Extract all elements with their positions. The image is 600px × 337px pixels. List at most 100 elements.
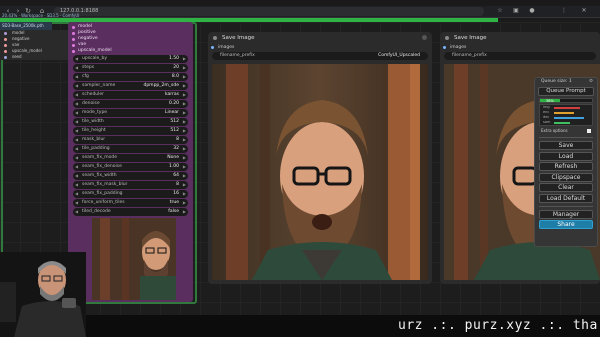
widget-value: 8 bbox=[176, 182, 179, 187]
tab-strip[interactable] bbox=[0, 0, 600, 6]
widget-tile-height[interactable]: ◀ tile_height 512 ▶ bbox=[73, 127, 188, 135]
output-image bbox=[212, 64, 428, 280]
widget-denoise[interactable]: ◀ denoise 0.20 ▶ bbox=[73, 100, 188, 108]
node-title[interactable]: Save Image bbox=[440, 32, 600, 44]
loader-node[interactable]: model negative vae upscale_model seed bbox=[0, 30, 68, 60]
increment-arrow-icon[interactable]: ▶ bbox=[183, 181, 186, 189]
widget-seam-fix-mode[interactable]: ◀ seam_fix_mode None ▶ bbox=[73, 154, 188, 162]
increment-arrow-icon[interactable]: ▶ bbox=[183, 100, 186, 108]
field-value: ComfyUI_Upscaled bbox=[378, 53, 420, 58]
increment-arrow-icon[interactable]: ▶ bbox=[183, 109, 186, 117]
extra-options-toggle[interactable]: Extra options bbox=[535, 127, 597, 134]
widget-upscale-by[interactable]: ◀ upscale_by 1.50 ▶ bbox=[73, 55, 188, 63]
increment-arrow-icon[interactable]: ▶ bbox=[183, 82, 186, 90]
decrement-arrow-icon[interactable]: ◀ bbox=[75, 100, 78, 108]
decrement-arrow-icon[interactable]: ◀ bbox=[75, 208, 78, 216]
widget-tile-padding[interactable]: ◀ tile_padding 32 ▶ bbox=[73, 145, 188, 153]
node-collapse-icon[interactable] bbox=[422, 35, 427, 40]
widget-value: 8 bbox=[176, 137, 179, 142]
decrement-arrow-icon[interactable]: ◀ bbox=[75, 64, 78, 72]
widget-value: 0.20 bbox=[168, 101, 179, 106]
share-button[interactable]: Share bbox=[539, 220, 593, 229]
decrement-arrow-icon[interactable]: ◀ bbox=[75, 91, 78, 99]
queue-size-label[interactable]: Queue size: 1 ⚙ bbox=[535, 78, 597, 86]
bookmark-star-icon[interactable]: ☆ bbox=[496, 7, 504, 15]
decrement-arrow-icon[interactable]: ◀ bbox=[75, 163, 78, 171]
widget-value: 20 bbox=[173, 65, 179, 70]
increment-arrow-icon[interactable]: ▶ bbox=[183, 199, 186, 207]
widget-seam-fix-mask-blur[interactable]: ◀ seam_fix_mask_blur 8 ▶ bbox=[73, 181, 188, 189]
widget-value: 16 bbox=[173, 191, 179, 196]
increment-arrow-icon[interactable]: ▶ bbox=[183, 73, 186, 81]
profile-icon[interactable]: ● bbox=[528, 7, 536, 15]
widget-scheduler[interactable]: ◀ scheduler karras ▶ bbox=[73, 91, 188, 99]
refresh-button[interactable]: Refresh bbox=[539, 162, 593, 171]
decrement-arrow-icon[interactable]: ◀ bbox=[75, 199, 78, 207]
input-slot[interactable]: images bbox=[440, 44, 600, 51]
decrement-arrow-icon[interactable]: ◀ bbox=[75, 127, 78, 135]
increment-arrow-icon[interactable]: ▶ bbox=[183, 145, 186, 153]
queue-panel[interactable]: Queue size: 1 ⚙ Queue Prompt 38% img enc… bbox=[534, 77, 598, 247]
widget-force-uniform-tiles[interactable]: ◀ force_uniform_tiles true ▶ bbox=[73, 199, 188, 207]
widget-value: 1.00 bbox=[168, 164, 179, 169]
menu-kebab-icon[interactable]: ⋮ bbox=[560, 7, 568, 15]
increment-arrow-icon[interactable]: ▶ bbox=[183, 208, 186, 216]
filename-prefix-field[interactable]: filename_prefix bbox=[444, 52, 596, 60]
load-button[interactable]: Load bbox=[539, 151, 593, 161]
extensions-icon[interactable]: ▣ bbox=[512, 7, 520, 15]
manager-button[interactable]: Manager bbox=[539, 209, 593, 219]
widget-mode-type[interactable]: ◀ mode_type Linear ▶ bbox=[73, 109, 188, 117]
widget-tile-width[interactable]: ◀ tile_width 512 ▶ bbox=[73, 118, 188, 126]
widget-label: seam_fix_mode bbox=[82, 155, 118, 160]
increment-arrow-icon[interactable]: ▶ bbox=[183, 64, 186, 72]
input-slot[interactable]: images bbox=[208, 44, 432, 51]
queue-progress-fill: 38% bbox=[540, 99, 560, 103]
widget-cfg[interactable]: ◀ cfg 8.0 ▶ bbox=[73, 73, 188, 81]
decrement-arrow-icon[interactable]: ◀ bbox=[75, 172, 78, 180]
queue-prompt-button[interactable]: Queue Prompt bbox=[538, 87, 594, 96]
decrement-arrow-icon[interactable]: ◀ bbox=[75, 145, 78, 153]
widget-seam-fix-denoise[interactable]: ◀ seam_fix_denoise 1.00 ▶ bbox=[73, 163, 188, 171]
save-button[interactable]: Save bbox=[539, 141, 593, 150]
increment-arrow-icon[interactable]: ▶ bbox=[183, 136, 186, 144]
widget-mask-blur[interactable]: ◀ mask_blur 8 ▶ bbox=[73, 136, 188, 144]
widget-sampler-name[interactable]: ◀ sampler_name dpmpp_2m_sde ▶ bbox=[73, 82, 188, 90]
increment-arrow-icon[interactable]: ▶ bbox=[183, 172, 186, 180]
node-title[interactable]: Save Image bbox=[208, 32, 432, 44]
decrement-arrow-icon[interactable]: ◀ bbox=[75, 136, 78, 144]
input-slot[interactable]: upscale_model bbox=[70, 48, 190, 54]
widget-label: denoise bbox=[82, 101, 100, 106]
widget-value: 1.50 bbox=[168, 56, 179, 61]
widget-value: false bbox=[168, 209, 179, 214]
decrement-arrow-icon[interactable]: ◀ bbox=[75, 55, 78, 63]
loader-header: SD3-Base_2500k.pth bbox=[0, 22, 52, 30]
increment-arrow-icon[interactable]: ▶ bbox=[183, 118, 186, 126]
widget-seam-fix-width[interactable]: ◀ seam_fix_width 64 ▶ bbox=[73, 172, 188, 180]
increment-arrow-icon[interactable]: ▶ bbox=[183, 55, 186, 63]
increment-arrow-icon[interactable]: ▶ bbox=[183, 163, 186, 171]
widget-tiled-decode[interactable]: ◀ tiled_decode false ▶ bbox=[73, 208, 188, 216]
decrement-arrow-icon[interactable]: ◀ bbox=[75, 190, 78, 198]
decrement-arrow-icon[interactable]: ◀ bbox=[75, 109, 78, 117]
close-window-icon[interactable]: ✕ bbox=[580, 7, 588, 15]
increment-arrow-icon[interactable]: ▶ bbox=[183, 91, 186, 99]
widget-seam-fix-padding[interactable]: ◀ seam_fix_padding 16 ▶ bbox=[73, 190, 188, 198]
save-image-node[interactable]: Save Image images filename_prefix ComfyU… bbox=[208, 32, 432, 284]
widget-steps[interactable]: ◀ steps 20 ▶ bbox=[73, 64, 188, 72]
clipspace-button[interactable]: Clipspace bbox=[539, 172, 593, 182]
clear-button[interactable]: Clear bbox=[539, 183, 593, 192]
decrement-arrow-icon[interactable]: ◀ bbox=[75, 118, 78, 126]
increment-arrow-icon[interactable]: ▶ bbox=[183, 154, 186, 162]
panel-menu-icon[interactable]: ⚙ bbox=[589, 78, 593, 86]
load-default-button[interactable]: Load Default bbox=[539, 193, 593, 203]
queue-list[interactable]: img enc dec sam bbox=[539, 104, 593, 126]
widget-value: 512 bbox=[170, 128, 179, 133]
filename-prefix-field[interactable]: filename_prefix ComfyUI_Upscaled bbox=[212, 52, 428, 60]
increment-arrow-icon[interactable]: ▶ bbox=[183, 127, 186, 135]
extra-options-checkbox[interactable] bbox=[587, 129, 591, 133]
decrement-arrow-icon[interactable]: ◀ bbox=[75, 154, 78, 162]
decrement-arrow-icon[interactable]: ◀ bbox=[75, 82, 78, 90]
decrement-arrow-icon[interactable]: ◀ bbox=[75, 73, 78, 81]
increment-arrow-icon[interactable]: ▶ bbox=[183, 190, 186, 198]
decrement-arrow-icon[interactable]: ◀ bbox=[75, 181, 78, 189]
